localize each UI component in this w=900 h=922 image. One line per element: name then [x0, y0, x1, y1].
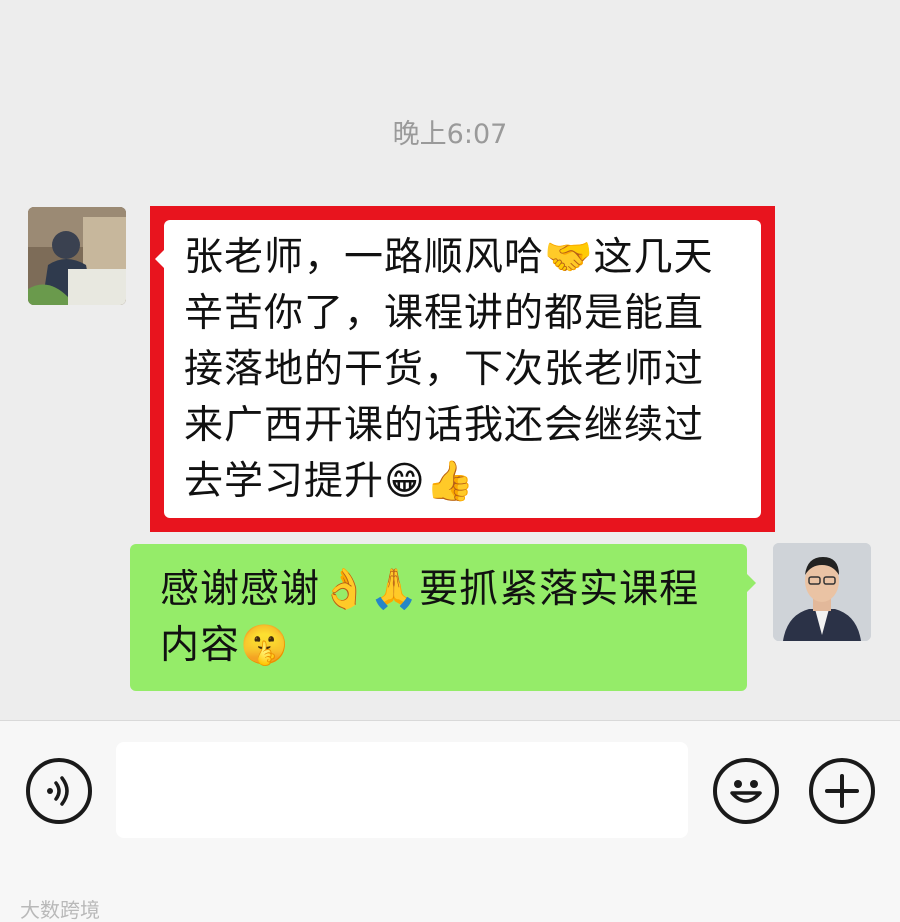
plus-icon-glyph: [825, 774, 859, 808]
message-line: 来广西开课的话我还会继续过: [184, 403, 705, 448]
message-line: 辛苦你了，课程讲的都是能直: [184, 291, 705, 336]
self-avatar[interactable]: [773, 543, 871, 641]
voice-icon-glyph: [47, 776, 69, 806]
contact-avatar-image: [28, 207, 126, 305]
message-input[interactable]: [116, 742, 688, 838]
input-bar: 大数跨境: [0, 720, 900, 922]
message-line: 张老师，一路顺风哈🤝这几天: [184, 235, 714, 280]
timestamp: 晚上6:07: [392, 119, 508, 150]
message-line: 内容🤫: [160, 623, 290, 668]
bubble-tail: [155, 250, 164, 268]
message-line: 去学习提升😁👍: [184, 459, 476, 504]
watermark: 大数跨境: [20, 898, 100, 922]
sent-message-text: 感谢感谢👌🙏要抓紧落实课程 内容🤫: [160, 562, 730, 674]
received-message-text: 张老师，一路顺风哈🤝这几天 辛苦你了，课程讲的都是能直 接落地的干货，下次张老师…: [184, 230, 750, 510]
voice-icon[interactable]: [26, 758, 92, 824]
smiley-icon[interactable]: [713, 758, 779, 824]
message-line: 接落地的干货，下次张老师过: [184, 347, 705, 392]
received-message-bubble[interactable]: 张老师，一路顺风哈🤝这几天 辛苦你了，课程讲的都是能直 接落地的干货，下次张老师…: [155, 220, 761, 518]
bubble-tail: [747, 574, 756, 592]
contact-avatar[interactable]: [28, 207, 126, 305]
smiley-icon-glyph: [730, 780, 762, 803]
plus-icon[interactable]: [809, 758, 875, 824]
message-line: 感谢感谢👌🙏要抓紧落实课程: [160, 567, 700, 612]
self-avatar-image: [773, 543, 871, 641]
sent-message-bubble[interactable]: 感谢感谢👌🙏要抓紧落实课程 内容🤫: [130, 544, 756, 691]
